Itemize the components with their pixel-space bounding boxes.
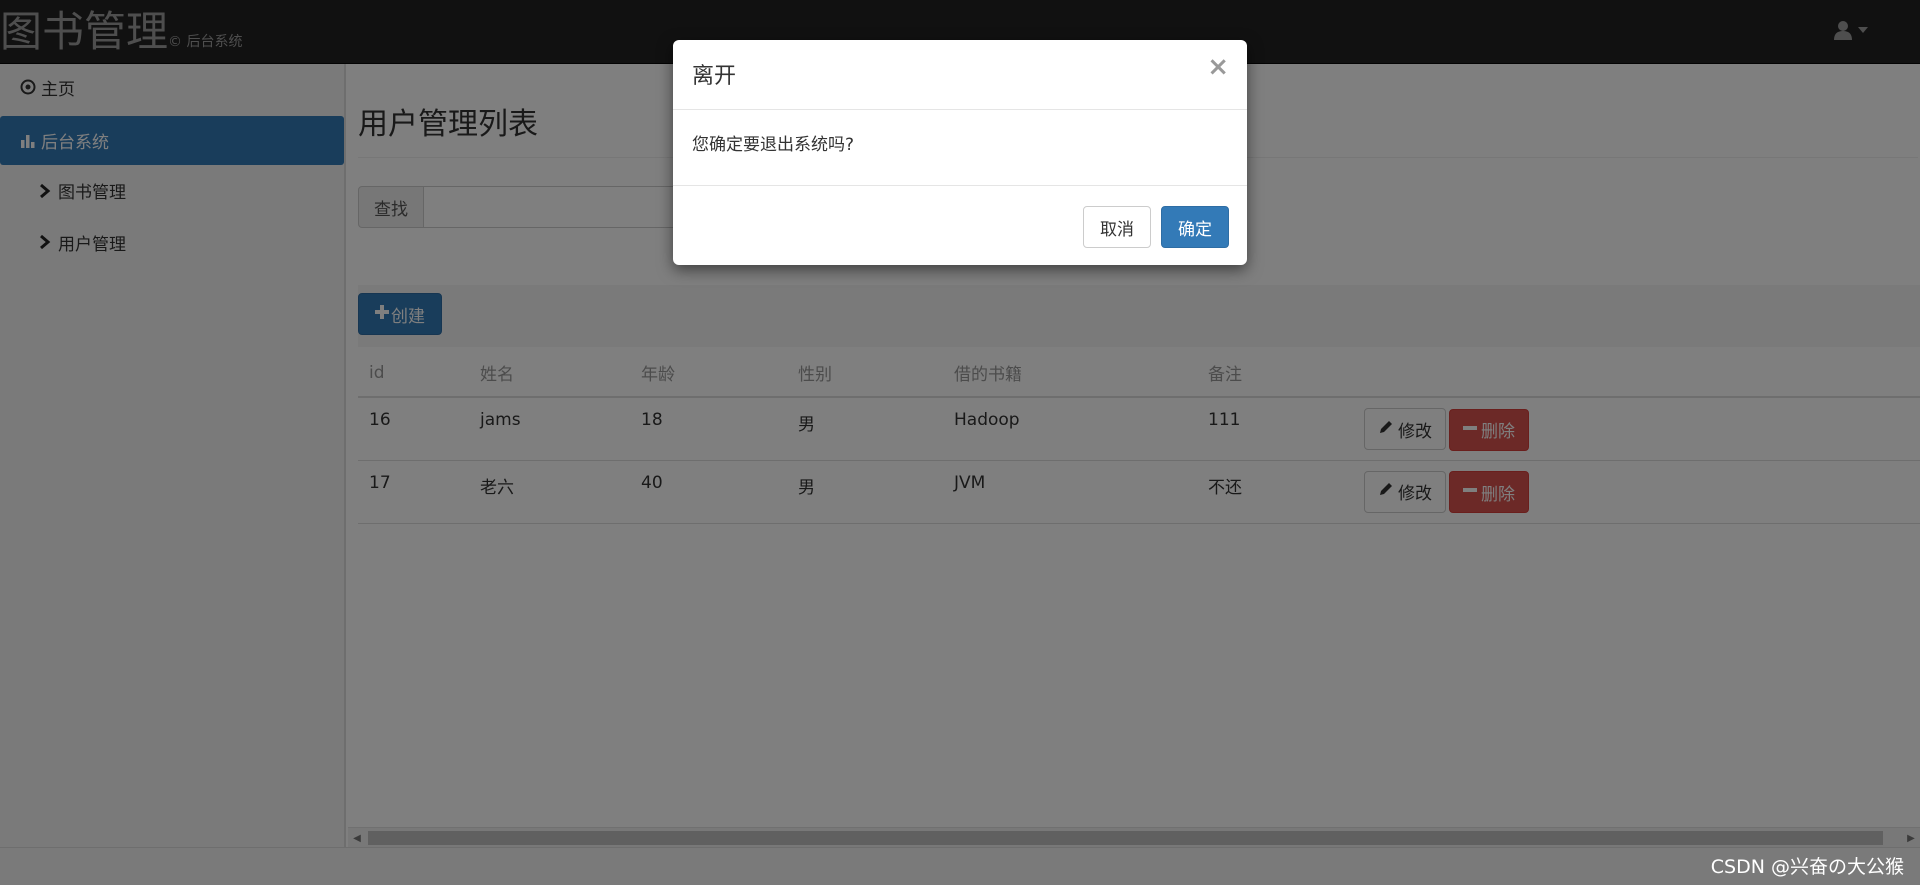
- modal-header: 离开 ×: [673, 40, 1247, 110]
- watermark: CSDN @兴奋の大公猴: [1710, 856, 1904, 878]
- modal-title: 离开: [692, 64, 737, 89]
- logout-modal: 离开 × 您确定要退出系统吗? 取消 确定: [673, 40, 1247, 265]
- modal-message: 您确定要退出系统吗?: [692, 135, 855, 155]
- cancel-button[interactable]: 取消: [1083, 206, 1151, 248]
- confirm-button[interactable]: 确定: [1161, 206, 1229, 248]
- close-icon[interactable]: ×: [1207, 54, 1229, 80]
- modal-footer: 取消 确定: [673, 185, 1247, 265]
